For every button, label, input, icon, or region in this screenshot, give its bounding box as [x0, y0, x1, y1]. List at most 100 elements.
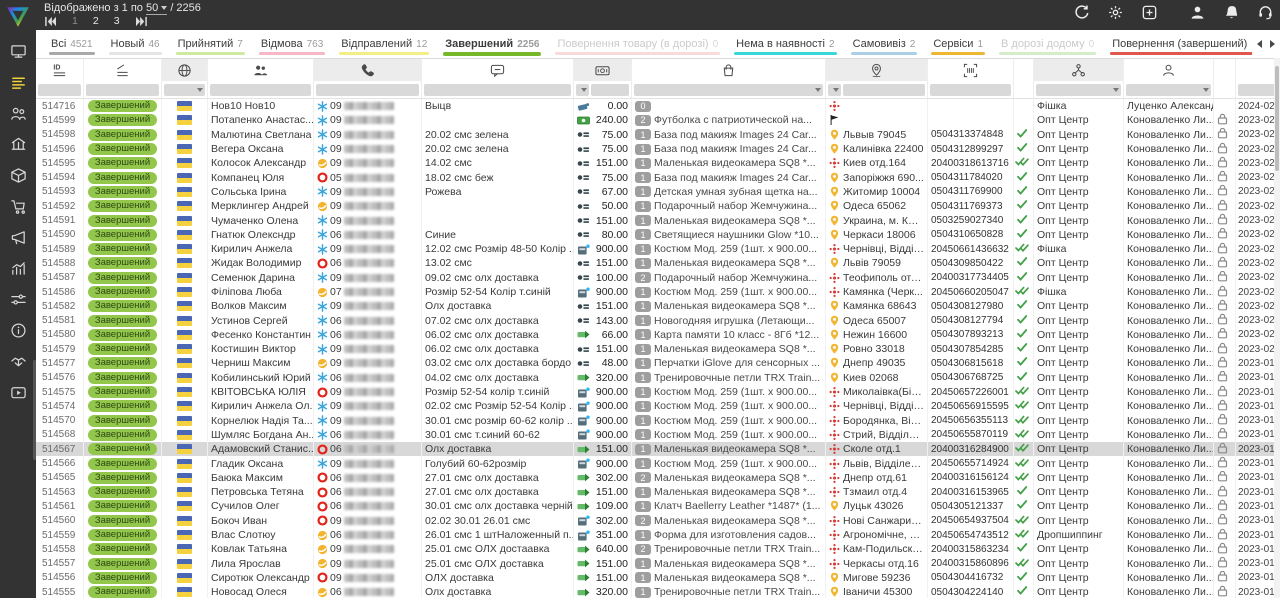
filter-icon-payment[interactable]: [576, 84, 589, 96]
settings-icon[interactable]: [1107, 4, 1124, 21]
table-row[interactable]: 514575ЗавершенийКВІТОВСЬКА ЮЛІЯ09Розмір …: [36, 385, 1280, 399]
tab-11[interactable]: Повернення (завершений)125: [1103, 30, 1277, 58]
table-row[interactable]: 514565ЗавершенийБаюка Максим0627.01 смс …: [36, 471, 1280, 485]
tab-6[interactable]: Повернення товару (в дорозі)0: [548, 30, 727, 58]
filter-input-manager[interactable]: [1126, 84, 1211, 96]
table-row[interactable]: 514567ЗавершенийАдамовский Станис...06Ол…: [36, 442, 1280, 456]
column-header-id[interactable]: ID: [36, 59, 84, 81]
column-header-comment[interactable]: [422, 59, 574, 81]
filter-input-comment[interactable]: [424, 84, 571, 96]
refresh-icon[interactable]: [1073, 4, 1090, 21]
filter-input-ttn[interactable]: [930, 84, 1011, 96]
column-header-phone[interactable]: [314, 59, 422, 81]
pagination-first-icon[interactable]: [44, 16, 57, 27]
filter-input-phone[interactable]: [316, 84, 419, 96]
table-row[interactable]: 514595ЗавершенийКолосок Александр0914.02…: [36, 156, 1280, 170]
table-row[interactable]: 514582ЗавершенийВолков Максим09Олх доста…: [36, 299, 1280, 313]
column-header-manager[interactable]: [1124, 59, 1214, 81]
column-header-status[interactable]: [84, 59, 162, 81]
sidebar-item-customers[interactable]: [0, 98, 36, 129]
profile-icon[interactable]: [1189, 4, 1206, 21]
table-row[interactable]: 514559ЗавершенийВлас Слотюу0626.01 смс 1…: [36, 528, 1280, 542]
sidebar-item-statistics[interactable]: [0, 253, 36, 284]
column-header-ttn[interactable]: [928, 59, 1014, 81]
table-row[interactable]: 514561ЗавершенийСучилов Олег0630.01 смс …: [36, 499, 1280, 513]
table-row[interactable]: 514591ЗавершенийЧумаченко Олена09151.001…: [36, 213, 1280, 227]
column-header-product[interactable]: [632, 59, 826, 81]
tab-10[interactable]: В дорозі додому0: [992, 30, 1103, 58]
sidebar-item-partners[interactable]: [0, 346, 36, 377]
page-size-dropdown[interactable]: 50: [146, 2, 167, 15]
pagination-page-1[interactable]: 1: [72, 15, 78, 27]
filter-icon-delivery[interactable]: [828, 84, 841, 96]
table-row[interactable]: 514586ЗавершенийФіліпова Люба07Розмір 52…: [36, 285, 1280, 299]
notifications-icon[interactable]: [1223, 4, 1240, 21]
tab-scroll-left-icon[interactable]: [1257, 40, 1262, 48]
sidebar-item-integrations[interactable]: [0, 284, 36, 315]
column-header-check[interactable]: [1014, 59, 1034, 81]
table-row[interactable]: 514589ЗавершенийКирилич Анжела0912.02 см…: [36, 242, 1280, 256]
filter-input-client[interactable]: [210, 84, 311, 96]
tab-8[interactable]: Самовивіз2: [844, 30, 925, 58]
tab-scroll-right-icon[interactable]: [1270, 40, 1275, 48]
sidebar-item-orders[interactable]: [0, 67, 36, 98]
table-row[interactable]: 514580ЗавершенийФесенко Константин0606.0…: [36, 328, 1280, 342]
table-row[interactable]: 514558ЗавершенийКовлак Татьяна0925.01 см…: [36, 542, 1280, 556]
filter-input-country[interactable]: [164, 84, 205, 96]
sidebar-item-dashboard[interactable]: [0, 36, 36, 67]
table-row[interactable]: 514566ЗавершенийГладик Оксана09Голубий 6…: [36, 456, 1280, 470]
tab-1[interactable]: Новый46: [102, 30, 169, 58]
tab-7[interactable]: Нема в наявності2: [727, 30, 843, 58]
table-row[interactable]: 514592ЗавершенийМерклингер Андрей0950.00…: [36, 199, 1280, 213]
table-row[interactable]: 514716ЗавершенийНов10 Нов1009Выцв0.000Фі…: [36, 99, 1280, 113]
filter-input-payment[interactable]: [591, 84, 629, 96]
table-row[interactable]: 514560ЗавершенийБокоч Иван0902.02 30.01 …: [36, 514, 1280, 528]
table-row[interactable]: 514587ЗавершенийСеменюк Дарина0909.02 см…: [36, 271, 1280, 285]
column-header-client[interactable]: [208, 59, 314, 81]
column-header-delivery[interactable]: [826, 59, 928, 81]
table-row[interactable]: 514563ЗавершенийПетровська Тетяна0627.01…: [36, 485, 1280, 499]
table-row[interactable]: 514570ЗавершенийКорнелюк Надія Та...0930…: [36, 414, 1280, 428]
table-row[interactable]: 514568ЗавершенийШумляс Богдана Ан...0630…: [36, 428, 1280, 442]
table-row[interactable]: 514599ЗавершенийПотапенко Анастас...0924…: [36, 113, 1280, 127]
tab-5[interactable]: Завершений2256: [436, 30, 548, 58]
column-header-lock[interactable]: [1214, 59, 1236, 81]
add-icon[interactable]: [1141, 4, 1158, 21]
sidebar-item-company[interactable]: [0, 129, 36, 160]
sidebar-item-purchases[interactable]: [0, 191, 36, 222]
table-row[interactable]: 514590ЗавершенийГнатюк Олексндр06Синие80…: [36, 228, 1280, 242]
table-row[interactable]: 514555ЗавершенийНовосад Олеся06Олх доста…: [36, 585, 1280, 598]
vertical-scrollbar[interactable]: [1274, 58, 1280, 598]
tab-9[interactable]: Сервіси1: [924, 30, 992, 58]
column-header-source[interactable]: [1034, 59, 1124, 81]
filter-input-source[interactable]: [1036, 84, 1121, 96]
table-row[interactable]: 514598ЗавершенийМалютина Светлана0920.02…: [36, 128, 1280, 142]
sidebar-item-marketing[interactable]: [0, 222, 36, 253]
support-icon[interactable]: [1257, 4, 1274, 21]
table-row[interactable]: 514579ЗавершенийКостишин Виктор0906.02 с…: [36, 342, 1280, 356]
filter-input-date[interactable]: [1238, 84, 1277, 96]
table-row[interactable]: 514574ЗавершенийКирилич Анжела Ол...0902…: [36, 399, 1280, 413]
column-header-country[interactable]: [162, 59, 208, 81]
table-row[interactable]: 514596ЗавершенийВегера Оксана0920.02 смс…: [36, 142, 1280, 156]
filter-input-id[interactable]: [38, 84, 81, 96]
tab-3[interactable]: Відмова763: [252, 30, 332, 58]
filter-input-status[interactable]: [86, 84, 159, 96]
filter-input-delivery[interactable]: [843, 84, 925, 96]
pagination-page-2[interactable]: 2: [93, 15, 99, 27]
table-row[interactable]: 514556ЗавершенийСиротюк Олександр09ОЛХ д…: [36, 571, 1280, 585]
sidebar-item-tutorials[interactable]: [0, 377, 36, 408]
scrollbar-thumb[interactable]: [1275, 66, 1279, 171]
table-row[interactable]: 514593ЗавершенийСольська Ірина09Рожева67…: [36, 185, 1280, 199]
pagination-last-icon[interactable]: [135, 16, 148, 27]
table-row[interactable]: 514557ЗавершенийЛила Ярослав0925.01 смс …: [36, 557, 1280, 571]
column-header-payment[interactable]: [574, 59, 632, 81]
table-row[interactable]: 514588ЗавершенийЖидак Володимир0613.02 с…: [36, 256, 1280, 270]
sidebar-item-info[interactable]: [0, 315, 36, 346]
filter-input-product[interactable]: [634, 84, 823, 96]
tab-0[interactable]: Всі4521: [42, 30, 102, 58]
table-row[interactable]: 514577ЗавершенийЧерниш Максим0903.02 смс…: [36, 356, 1280, 370]
sidebar-item-products[interactable]: [0, 160, 36, 191]
table-row[interactable]: 514576ЗавершенийКобилинський Юрий0604.02…: [36, 371, 1280, 385]
tab-2[interactable]: Прийнятий7: [169, 30, 252, 58]
